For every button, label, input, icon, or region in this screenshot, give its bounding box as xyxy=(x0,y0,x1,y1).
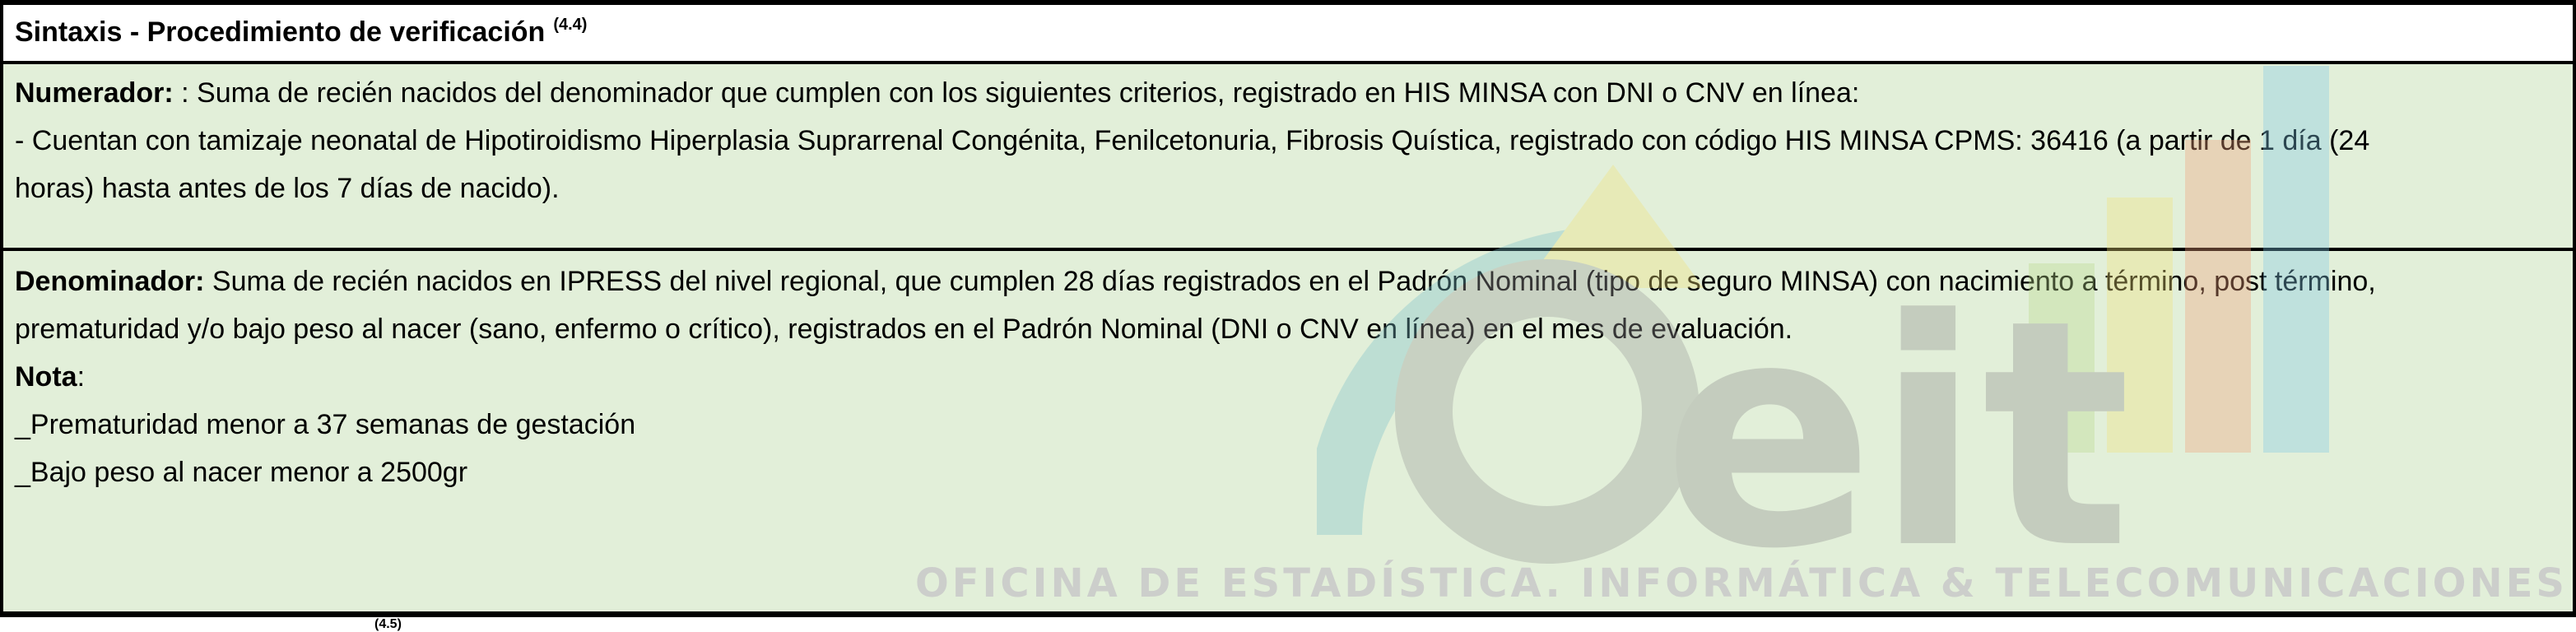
section-title: Sintaxis - Procedimiento de verificación… xyxy=(15,16,587,49)
numerador-block: Numerador: : Suma de recién nacidos del … xyxy=(15,69,2548,212)
section-title-ref: (4.4) xyxy=(553,16,588,34)
nota-item-2: _Bajo peso al nacer menor a 2500gr xyxy=(15,457,468,488)
nota-suffix: : xyxy=(77,361,86,393)
numerador-panel: Numerador: : Suma de recién nacidos del … xyxy=(0,64,2576,248)
watermark-caption: OFICINA DE ESTADÍSTICA. INFORMÁTICA & TE… xyxy=(914,560,2568,606)
title-row: Sintaxis - Procedimiento de verificación… xyxy=(0,5,2576,61)
nota-item-1: _Prematuridad menor a 37 semanas de gest… xyxy=(15,409,636,440)
denominador-label: Denominador: xyxy=(15,266,205,297)
document-frame: Sintaxis - Procedimiento de verificación… xyxy=(0,0,2576,631)
next-section-ref: (4.5) xyxy=(374,617,402,631)
section-title-text: Sintaxis - Procedimiento de verificación xyxy=(15,16,546,48)
numerador-line-1: Numerador: : Suma de recién nacidos del … xyxy=(15,69,2548,117)
numerador-line-3: horas) hasta antes de los 7 días de naci… xyxy=(15,173,560,204)
numerador-text-1: : Suma de recién nacidos del denominador… xyxy=(173,77,1860,109)
numerador-line-2: - Cuentan con tamizaje neonatal de Hipot… xyxy=(15,125,2370,156)
denominador-line-2: prematuridad y/o bajo peso al nacer (san… xyxy=(15,314,1793,345)
denominador-panel: Denominador: Suma de recién nacidos en I… xyxy=(0,251,2576,611)
denominador-text-1: Suma de recién nacidos en IPRESS del niv… xyxy=(204,266,2376,297)
bottom-border xyxy=(0,611,2576,617)
denominador-line-1: Denominador: Suma de recién nacidos en I… xyxy=(15,258,2548,305)
nota-label: Nota xyxy=(15,361,77,393)
denominador-block: Denominador: Suma de recién nacidos en I… xyxy=(15,258,2548,496)
nota-line: Nota: xyxy=(15,353,2548,401)
numerador-label: Numerador: xyxy=(15,77,174,109)
